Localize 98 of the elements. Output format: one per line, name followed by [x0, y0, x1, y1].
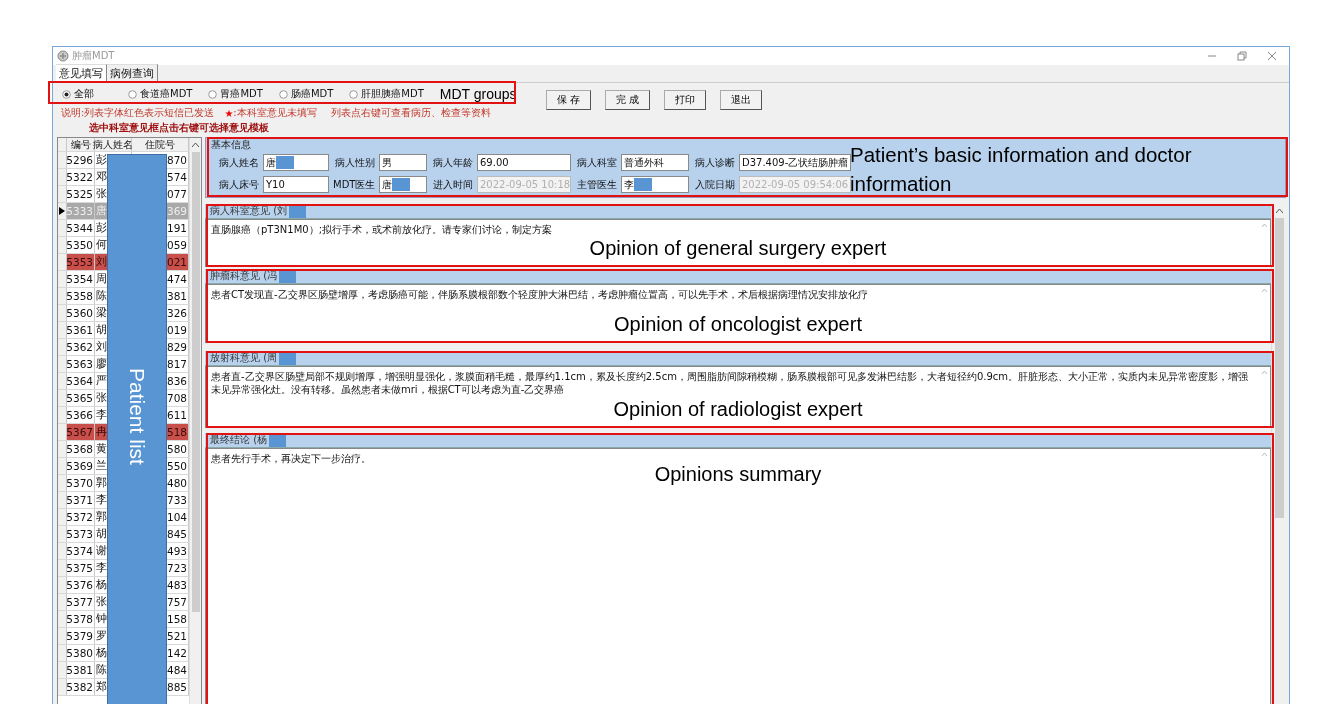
- scroll-thumb[interactable]: [191, 152, 200, 612]
- redaction-mark: [392, 178, 410, 191]
- table-cell[interactable]: 5381: [67, 662, 95, 678]
- field-label: 病人性别: [334, 155, 375, 170]
- close-icon: [1267, 51, 1277, 61]
- table-cell[interactable]: 5372: [67, 509, 95, 525]
- field-label: 病人年龄: [432, 155, 473, 170]
- table-cell[interactable]: 5371: [67, 492, 95, 508]
- table-cell[interactable]: 5358: [67, 288, 95, 304]
- table-cell[interactable]: 5377: [67, 594, 95, 610]
- toolbar-button[interactable]: 完 成: [605, 90, 651, 110]
- table-cell[interactable]: 5353: [67, 254, 95, 270]
- window-title: 肿瘤MDT: [72, 49, 115, 63]
- tab[interactable]: 病例查询: [107, 64, 158, 82]
- scroll-up-icon: [1262, 452, 1267, 456]
- table-cell[interactable]: 5296: [67, 152, 95, 168]
- annotation-label: Opinion of radiologist expert: [613, 398, 863, 421]
- hint-text: 列表点右键可查看病历、检查等资料: [330, 106, 491, 120]
- radio-option[interactable]: 肠癌MDT: [278, 87, 334, 101]
- table-cell[interactable]: 5325: [67, 186, 95, 202]
- column-header[interactable]: 病人姓名: [95, 138, 132, 151]
- table-cell[interactable]: 5369: [67, 458, 95, 474]
- field-label: 主管医生: [576, 177, 617, 192]
- restore-icon: [1237, 51, 1247, 61]
- table-cell[interactable]: 5380: [67, 645, 95, 661]
- toolbar-button[interactable]: 退出: [720, 90, 763, 110]
- input-field[interactable]: 唐: [379, 176, 427, 193]
- table-cell[interactable]: 5376: [67, 577, 95, 593]
- tab[interactable]: 意见填写: [56, 64, 107, 82]
- table-cell[interactable]: 5362: [67, 339, 95, 355]
- radio-option[interactable]: 胃癌MDT: [208, 87, 263, 101]
- table-cell[interactable]: 5363: [67, 356, 95, 372]
- section-title: 最终结论 (杨: [210, 433, 268, 447]
- legend-text: 说明:列表字体红色表示短信已发送: [61, 106, 215, 120]
- table-cell[interactable]: 5370: [67, 475, 95, 491]
- annotation-label: Opinion of general surgery expert: [589, 237, 887, 260]
- table-cell[interactable]: 5350: [67, 237, 95, 253]
- annotation-label: Patient’s basic information and doctor information: [850, 142, 1193, 197]
- section-title: 放射科意见 (周: [210, 351, 278, 365]
- input-field[interactable]: 李: [621, 176, 689, 193]
- table-cell[interactable]: 5344: [67, 220, 95, 236]
- table-cell[interactable]: 5354: [67, 271, 95, 287]
- table-cell[interactable]: 5373: [67, 526, 95, 542]
- scroll-up-icon: [192, 142, 199, 147]
- table-cell[interactable]: 5322: [67, 169, 95, 185]
- row-selector[interactable]: [58, 203, 67, 219]
- input-field[interactable]: D37.409-乙状结肠肿瘤: [739, 154, 851, 171]
- input-field[interactable]: 男: [379, 154, 427, 171]
- field-label: MDT医生: [333, 177, 375, 192]
- section-title: 病人科室意见 (刘: [210, 204, 288, 218]
- radio-option[interactable]: 肝胆胰癌MDT: [349, 87, 424, 101]
- toolbar-button[interactable]: 保 存: [546, 90, 592, 110]
- input-field[interactable]: Y10: [263, 176, 329, 193]
- table-cell[interactable]: 5379: [67, 628, 95, 644]
- table-cell[interactable]: 5365: [67, 390, 95, 406]
- hint-text: 选中科室意见框点击右键可选择意见模板: [88, 121, 270, 135]
- scroll-thumb[interactable]: [1274, 218, 1284, 518]
- field-label: 病人诊断: [694, 155, 735, 170]
- legend-text: :本科室意见未填写: [233, 106, 317, 120]
- radio-option[interactable]: 全部: [62, 87, 94, 101]
- opinion-text: 患者先行手术，再决定下一步治疗。: [211, 452, 372, 465]
- field-label: 进入时间: [432, 177, 473, 192]
- annotation-label: Opinion of oncologist expert: [614, 313, 862, 336]
- toolbar-button[interactable]: 打印: [664, 90, 707, 110]
- table-cell[interactable]: 5360: [67, 305, 95, 321]
- star-icon: ★: [224, 107, 234, 119]
- opinion-text: 患者CT发现直-乙交界区肠壁增厚，考虑肠癌可能，伴肠系膜根部数个轻度肿大淋巴结，考虑肿瘤位置高，可以先手术，术后根据病理情况安排放化疗: [211, 288, 869, 301]
- opinion-text: 患者直-乙交界区肠壁局部不规则增厚，增强明显强化，浆膜面稍毛糙，最厚约1.1cm，累及长度约2.5cm，周围脂肪间隙稍模糊，肠系膜根部可见多发淋巴结影，大者短径约0.9cm。肝脏形态、大小正常，实质内未见异常密度影，增强未见异常强化灶。没有转移。虽然患者未做mri，根据CT可以考虑为直-乙交界癌: [211, 370, 1250, 396]
- field-label: 入院日期: [694, 177, 735, 192]
- scroll-up-icon: [1262, 288, 1267, 292]
- scroll-up-icon: [1262, 223, 1267, 227]
- table-cell[interactable]: 5382: [67, 679, 95, 695]
- radio-option[interactable]: 食道癌MDT: [128, 87, 193, 101]
- row-pointer-icon: [59, 207, 65, 215]
- table-cell[interactable]: 5361: [67, 322, 95, 338]
- group-title: 基本信息: [210, 138, 252, 152]
- table-cell[interactable]: 5364: [67, 373, 95, 389]
- field-label: 病人姓名: [218, 155, 259, 170]
- table-cell[interactable]: 5374: [67, 543, 95, 559]
- opinion-text: 直肠腺癌（pT3N1M0）;拟行手术，或术前放化疗。请专家们讨论，制定方案: [211, 223, 554, 236]
- table-cell[interactable]: 5368: [67, 441, 95, 457]
- input-field[interactable]: 69.00: [477, 154, 571, 171]
- field-label: 病人科室: [576, 155, 617, 170]
- input-field[interactable]: 普通外科: [621, 154, 689, 171]
- scroll-up-icon: [1275, 208, 1283, 213]
- scrollbar[interactable]: [189, 138, 201, 704]
- redaction-mark: [634, 178, 652, 191]
- table-cell[interactable]: 5366: [67, 407, 95, 423]
- scroll-up-icon: [1262, 370, 1267, 374]
- redaction-mark: [276, 156, 294, 169]
- table-cell[interactable]: 5367: [67, 424, 95, 440]
- section-title: 肿瘤科意见 (冯: [210, 269, 278, 283]
- table-cell[interactable]: 5375: [67, 560, 95, 576]
- field-label: 病人床号: [218, 177, 259, 192]
- input-field[interactable]: 唐: [263, 154, 329, 171]
- annotation-label: Opinions summary: [654, 463, 822, 486]
- app-icon: [57, 50, 69, 62]
- table-cell[interactable]: 5378: [67, 611, 95, 627]
